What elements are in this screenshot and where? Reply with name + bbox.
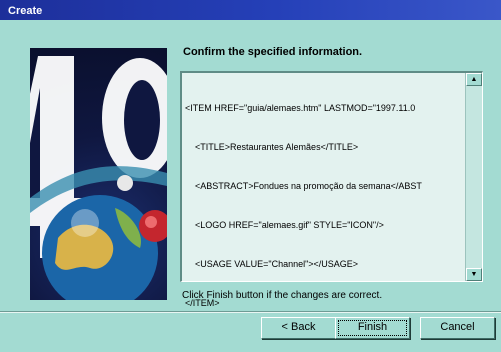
back-button-label: < Back	[281, 321, 316, 333]
title-bar: Create	[0, 0, 501, 20]
finish-button[interactable]: Finish	[335, 317, 410, 339]
cancel-button[interactable]: Cancel	[420, 317, 495, 339]
arrow-up-icon[interactable]: ▲	[466, 73, 482, 86]
arrow-down-icon[interactable]: ▼	[466, 268, 482, 281]
divider	[0, 311, 501, 313]
code-line: <TITLE>Restaurantes Alemães</TITLE>	[185, 142, 359, 152]
globe-illustration	[30, 56, 167, 300]
code-line: <ITEM HREF="guia/alemaes.htm" LASTMOD="1…	[185, 103, 416, 113]
vertical-scrollbar[interactable]: ▲ ▼	[465, 73, 482, 281]
cancel-button-label: Cancel	[440, 321, 475, 333]
finish-button-label: Finish	[357, 321, 388, 333]
code-line: <LOGO HREF="alemaes.gif" STYLE="ICON"/>	[185, 220, 384, 230]
window-title: Create	[8, 5, 43, 17]
code-line: <ABSTRACT>Fondues na promoção da semana<…	[185, 181, 422, 191]
code-line: <USAGE VALUE="Channel"></USAGE>	[185, 259, 359, 269]
info-textarea[interactable]: <ITEM HREF="guia/alemaes.htm" LASTMOD="1…	[180, 71, 483, 308]
page-heading: Confirm the specified information.	[183, 46, 363, 58]
back-button[interactable]: < Back	[261, 317, 336, 339]
hint-text: Click Finish button if the changes are c…	[182, 290, 383, 301]
wizard-dialog: Confirm the specified information. <ITEM…	[0, 20, 501, 352]
wizard-image	[30, 48, 167, 300]
